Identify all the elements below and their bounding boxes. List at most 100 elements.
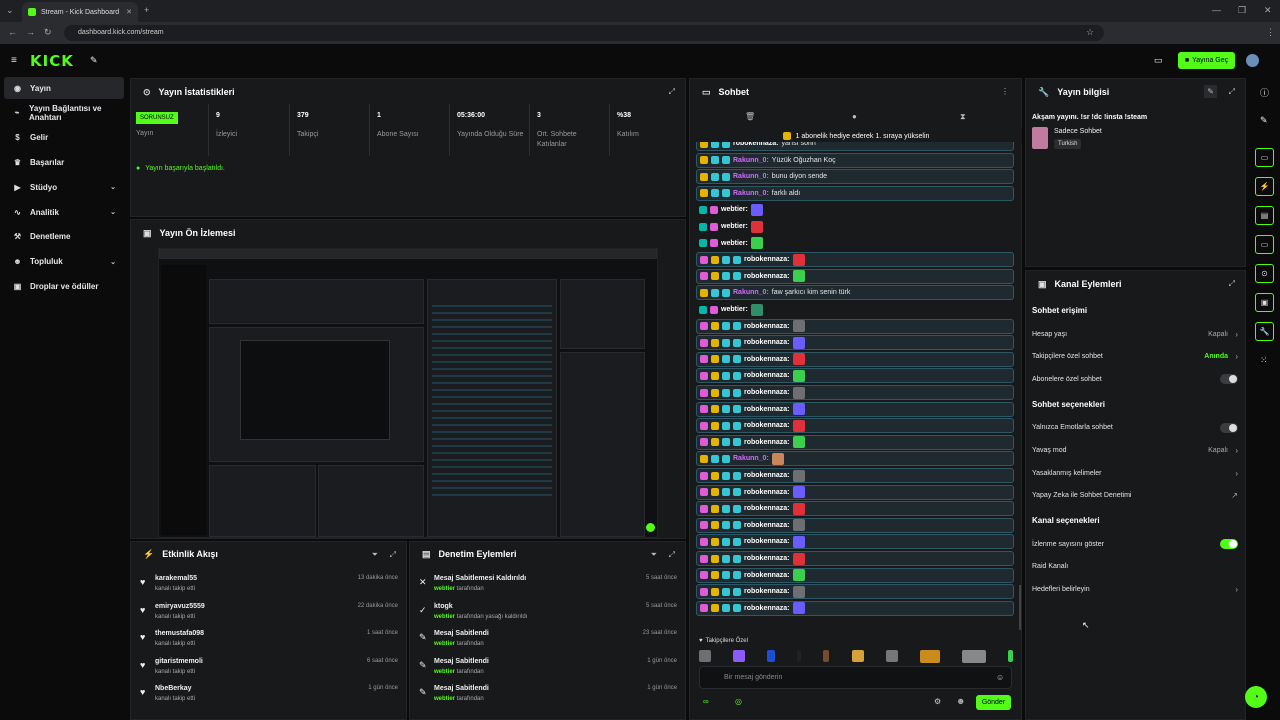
chat-username[interactable]: robokennaza: [744, 439, 790, 446]
forward-icon[interactable]: → [26, 27, 35, 37]
emote-button[interactable] [699, 650, 711, 662]
tab-close-icon[interactable]: ✕ [126, 8, 132, 16]
bookmark-star-icon[interactable]: ☆ [1086, 27, 1094, 38]
emote-picker-icon[interactable]: ☻ [956, 696, 965, 706]
rail-stats-button[interactable]: ⊙ [1255, 264, 1274, 283]
channel-setting-row[interactable]: Abonelere özel sohbet [1032, 369, 1240, 389]
sidebar-item[interactable]: ▣ Droplar ve ödüller [4, 275, 124, 297]
chat-message[interactable]: robokennaza: yarısı sorin [696, 142, 1014, 151]
chat-message-input[interactable]: Bir mesaj gönderin [699, 666, 1012, 689]
chat-username[interactable]: Rakunn_0: [733, 455, 769, 462]
chat-username[interactable]: webtier: [721, 240, 748, 247]
chat-message[interactable]: robokennaza: [696, 318, 1014, 334]
help-chat-button[interactable]: ◔ [1245, 686, 1267, 708]
chat-username[interactable]: Rakunn_0: [733, 173, 769, 180]
channel-setting-row[interactable]: Hedefleri belirleyin › [1032, 579, 1240, 599]
reload-icon[interactable]: ↻ [44, 27, 52, 38]
channel-setting-row[interactable]: İzlenme sayısını göster [1032, 534, 1240, 554]
chat-message[interactable]: webtier: [696, 302, 1014, 317]
send-button[interactable]: Gönder [976, 695, 1011, 710]
chat-username[interactable]: robokennaza: [744, 538, 790, 545]
chat-username[interactable]: webtier: [721, 206, 748, 213]
activity-row[interactable]: ♥ gitaristmemoli kanalı takip etti 6 saat ö… [131, 656, 406, 682]
emote-button[interactable] [767, 650, 776, 662]
chat-message[interactable]: webtier: [696, 236, 1014, 251]
sidebar-item[interactable]: ∿ Analitik ⌄ [4, 201, 124, 223]
channel-setting-row[interactable]: Takipçilere özel sohbet Anında › [1032, 347, 1240, 367]
status-ring-icon[interactable]: ◎ [735, 697, 742, 706]
sidebar-item[interactable]: $ Gelir [4, 127, 124, 149]
info-icon[interactable]: ⓘ [1260, 86, 1269, 99]
chat-message[interactable]: robokennaza: [696, 385, 1014, 400]
channel-setting-row[interactable]: Yasaklanmış kelimeler › [1032, 463, 1240, 483]
sidebar-item[interactable]: ♛ Başarılar [4, 151, 124, 173]
kick-logo[interactable]: KICK [30, 52, 74, 70]
sidebar-item[interactable]: ☻ Topluluk ⌄ [4, 251, 124, 273]
chat-username[interactable]: robokennaza: [744, 323, 790, 330]
moderation-row[interactable]: ✎ Mesaj Sabitlendi webtier tarafından 1 gün… [410, 656, 685, 682]
moderation-row[interactable]: ✓ ktogk webtier tarafından yasağı kaldırıl… [410, 601, 685, 627]
toggle-switch[interactable] [1220, 374, 1238, 385]
new-tab-button[interactable]: + [144, 5, 149, 15]
chat-message[interactable]: robokennaza: [696, 368, 1014, 384]
moderation-row[interactable]: ✎ Mesaj Sabitlendi webtier tarafından 1 gün… [410, 683, 685, 709]
go-live-button[interactable]: ■ Yayına Geç [1178, 52, 1235, 69]
chat-settings-icon[interactable]: ⚙ [934, 697, 941, 706]
channel-setting-row[interactable]: Yapay Zeka ile Sohbet Denetimi ↗ [1032, 486, 1240, 506]
chat-username[interactable]: Rakunn_0: [733, 157, 769, 164]
chat-scrollbar[interactable] [1019, 585, 1021, 630]
chat-message[interactable]: robokennaza: [696, 584, 1014, 600]
chat-username[interactable]: webtier: [721, 223, 748, 230]
chevron-right-icon[interactable]: › [1235, 585, 1238, 594]
minimize-icon[interactable]: — [1212, 5, 1221, 15]
chat-message[interactable]: webtier: [696, 219, 1014, 234]
chevron-right-icon[interactable]: › [1235, 330, 1238, 339]
rail-info-button[interactable]: 🔧 [1255, 322, 1274, 341]
expand-icon[interactable]: ⤢ [669, 550, 675, 560]
layout-icon[interactable]: ⁙ [1260, 355, 1268, 366]
stream-preview-video[interactable] [158, 248, 658, 538]
expand-icon[interactable]: ⤢ [669, 87, 675, 97]
chat-message[interactable]: robokennaza: [696, 534, 1014, 550]
kick-points-icon[interactable]: ∞ [703, 697, 709, 706]
chat-username[interactable]: robokennaza: [744, 339, 790, 346]
gift-sub-notice[interactable]: 1 abonelik hediye ederek 1. sıraya yükse… [690, 129, 1022, 143]
emote-button[interactable] [797, 650, 802, 662]
toggle-switch[interactable] [1220, 539, 1238, 550]
moderation-row[interactable]: ✎ Mesaj Sabitlendi webtier tarafından 23 sa… [410, 628, 685, 654]
chat-message[interactable]: Rakunn_0: Yüzük Oğuzhan Koç [696, 152, 1014, 168]
chat-username[interactable]: webtier: [721, 306, 748, 313]
expand-icon[interactable]: ⤢ [1229, 87, 1235, 97]
chat-messages[interactable]: robokennaza: yarısı sorin Rakunn_0: Yüzük O… [696, 142, 1016, 634]
chat-username[interactable]: robokennaza: [744, 389, 790, 396]
chat-username[interactable]: robokennaza: [744, 472, 790, 479]
pin-tool-icon[interactable]: ✎ [90, 55, 98, 66]
trash-icon[interactable]: 🗑 [745, 112, 755, 121]
activity-row[interactable]: ♥ emiryavuz5559 kanalı takip etti 22 dakika… [131, 601, 406, 627]
channel-setting-row[interactable]: Hesap yaşı Kapalı › [1032, 324, 1240, 344]
sidebar-item[interactable]: ⚒ Denetleme [4, 226, 124, 248]
rail-chat-button[interactable]: ▭ [1255, 235, 1274, 254]
chat-username[interactable]: robokennaza: [744, 256, 790, 263]
rail-activity-button[interactable]: ⚡ [1255, 177, 1274, 196]
chat-username[interactable]: Rakunn_0: [733, 289, 769, 296]
moderation-row[interactable]: ✕ Mesaj Sabitlemesi Kaldırıldı webtier tar… [410, 573, 685, 599]
chat-message[interactable]: Rakunn_0: faw şarkıcı kim senin türk [696, 285, 1014, 301]
browser-menu-icon[interactable]: ⋮ [1266, 27, 1275, 38]
pencil-icon[interactable]: ✎ [1260, 115, 1268, 126]
back-icon[interactable]: ← [8, 27, 17, 37]
channel-setting-row[interactable]: Yavaş mod Kapalı › [1032, 440, 1240, 460]
sidebar-item[interactable]: ▶ Stüdyo ⌄ [4, 176, 124, 198]
chevron-right-icon[interactable]: › [1235, 446, 1238, 455]
chat-username[interactable]: robokennaza: [744, 522, 790, 529]
chat-message[interactable]: robokennaza: [696, 434, 1014, 450]
chat-message[interactable]: robokennaza: [696, 335, 1014, 351]
edit-icon[interactable]: ✎ [1204, 85, 1217, 98]
activity-row[interactable]: ♥ themustafa098 kanalı takip etti 1 saat ön… [131, 628, 406, 654]
message-icon[interactable]: ● [852, 112, 857, 121]
chat-username[interactable]: robokennaza: [744, 356, 790, 363]
chat-message[interactable]: robokennaza: [696, 484, 1014, 500]
cast-icon[interactable]: ▭ [1154, 55, 1163, 66]
emote-button[interactable] [823, 650, 830, 662]
chat-username[interactable]: robokennaza: [744, 555, 790, 562]
